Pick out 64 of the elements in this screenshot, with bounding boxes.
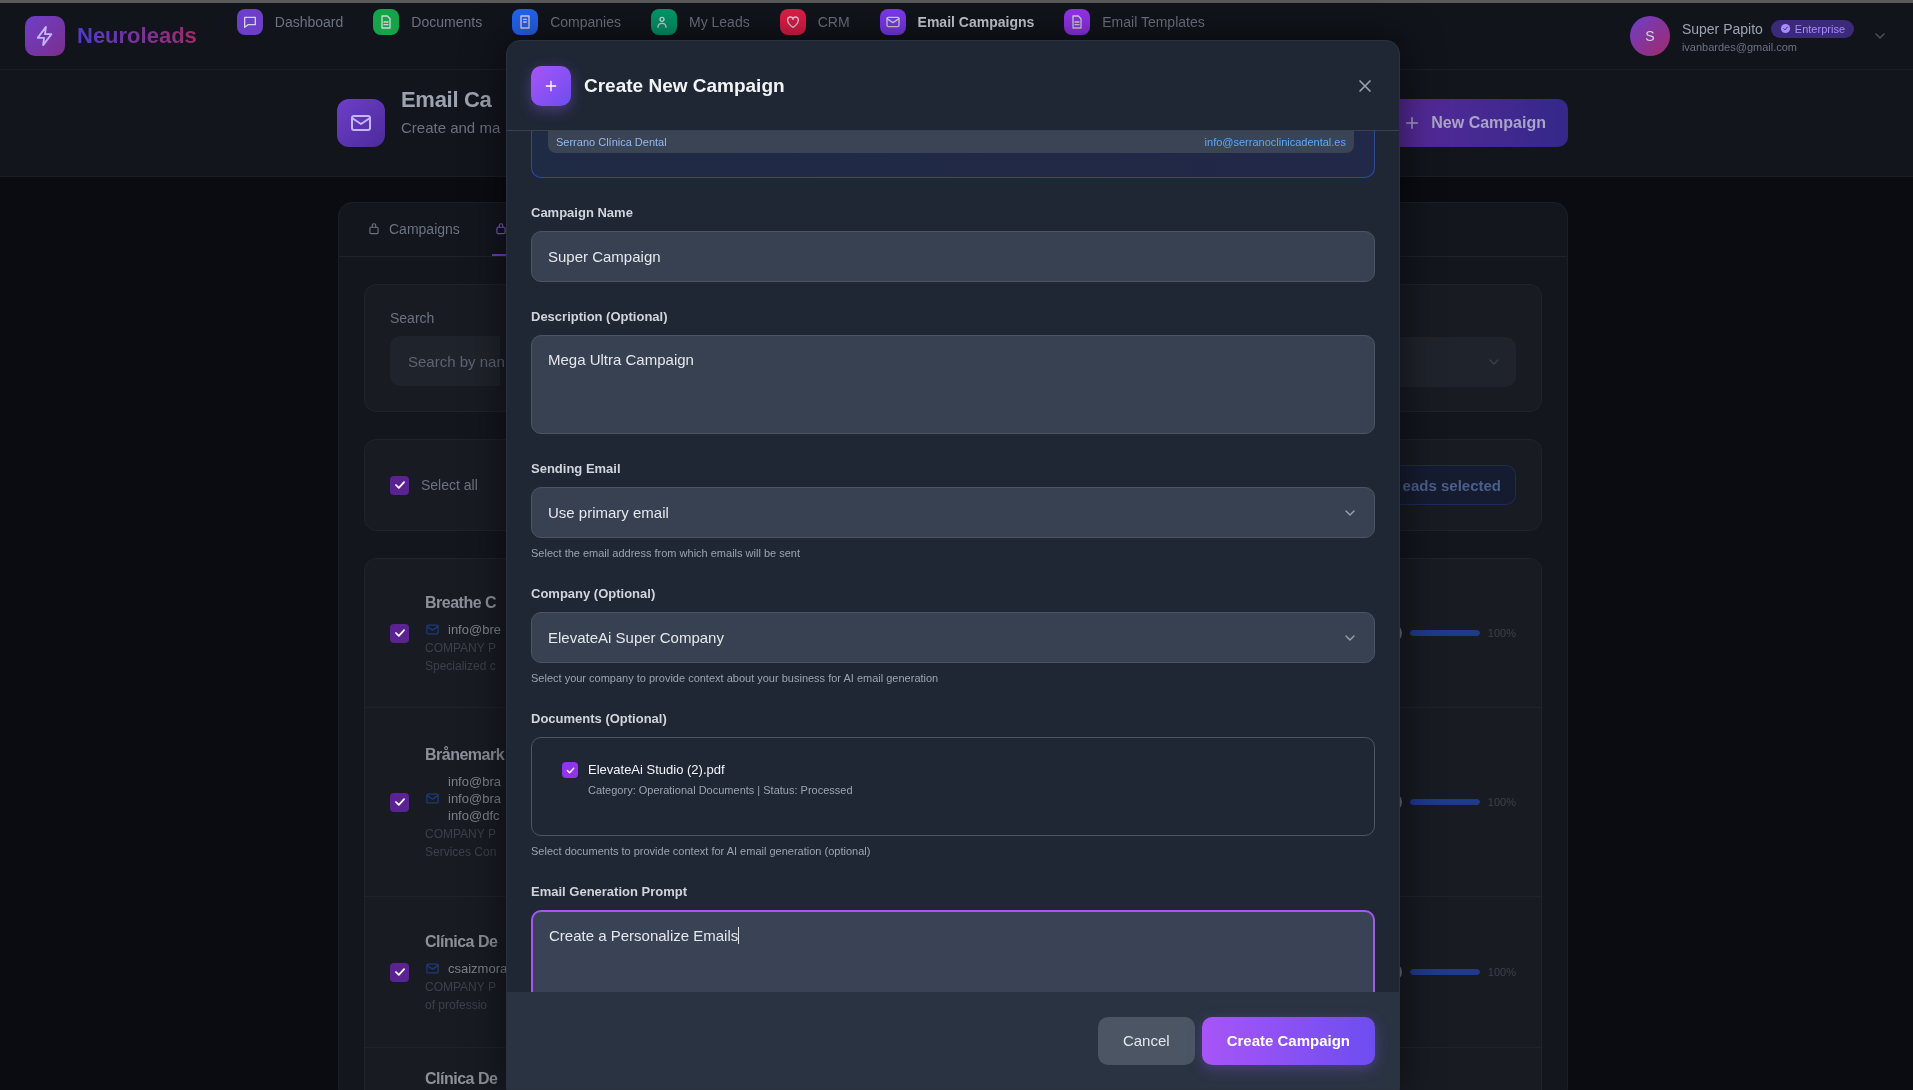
create-campaign-button[interactable]: Create Campaign — [1201, 1016, 1375, 1065]
lead-name: Breathe C — [425, 593, 498, 612]
dropdown[interactable]: ElevateAi Super Company — [531, 612, 1375, 663]
select-all-label: Select all — [421, 477, 478, 493]
check-icon — [392, 965, 407, 979]
field-label: Sending Email — [531, 461, 622, 476]
text-area[interactable]: Create a Personalize Emails — [531, 910, 1375, 992]
cancel-button[interactable]: Cancel — [1097, 1016, 1195, 1065]
chat-bubble-icon — [241, 14, 258, 30]
envelope-icon — [425, 790, 440, 806]
heart-icon — [784, 14, 801, 30]
recipient-email: info@serranoclinicadental.es — [1204, 136, 1346, 148]
lead-email: info@dfc — [448, 807, 501, 823]
nav-item[interactable]: Email Campaigns — [879, 9, 1035, 35]
modal-title: Create New Campaign — [584, 74, 785, 97]
envelope-icon — [425, 960, 440, 976]
checkbox[interactable] — [390, 792, 409, 812]
plan-badge: Enterprise — [1770, 19, 1854, 38]
field-label: Email Generation Prompt — [531, 884, 689, 899]
text-area[interactable]: Mega Ultra Campaign — [531, 335, 1375, 434]
check-icon — [392, 478, 407, 492]
lead-name: Clínica De — [425, 932, 499, 951]
envelope-icon — [425, 621, 440, 637]
search-label: Search — [390, 310, 436, 326]
dropdown[interactable]: Use primary email — [531, 487, 1375, 538]
lead-email: info@bra — [448, 773, 501, 789]
nav-item[interactable]: Documents — [373, 9, 483, 35]
help-text: Select the email address from which emails will be sent — [531, 547, 801, 559]
help-text: Select documents to provide context for AI email generation (optional) — [531, 845, 872, 857]
nav-item[interactable]: Dashboard — [236, 9, 344, 35]
nav-item[interactable]: My Leads — [650, 9, 750, 35]
verified-icon — [1779, 23, 1791, 34]
page-subtitle: Create and ma — [401, 119, 501, 136]
field-label: Campaign Name — [531, 205, 634, 220]
help-text: Select your company to provide context about your business for AI email generation — [531, 672, 940, 684]
user-name: Super Papito — [1681, 20, 1763, 37]
envelope-icon — [884, 14, 901, 30]
checkbox[interactable] — [390, 623, 409, 643]
field-label: Company (Optional) — [531, 586, 657, 601]
checkbox[interactable] — [562, 762, 578, 778]
lead-email: info@bra — [448, 790, 501, 806]
text-cursor — [738, 927, 740, 944]
avatar[interactable]: S — [1629, 16, 1670, 56]
tab[interactable]: Campaigns — [365, 203, 462, 256]
checkbox[interactable] — [390, 475, 409, 495]
field-label: Documents (Optional) — [531, 711, 668, 726]
checkbox[interactable] — [390, 962, 409, 982]
nav-item[interactable]: CRM — [779, 9, 850, 35]
recipient-name: Serrano Clínica Dental — [556, 136, 667, 148]
page-title: Email Ca — [401, 87, 493, 113]
lead-name: Brånemark — [425, 745, 505, 764]
lead-email: info@bre — [448, 621, 501, 637]
field-label: Description (Optional) — [531, 309, 669, 324]
logo-badge[interactable] — [25, 16, 65, 56]
lead-email: csaizmora — [448, 960, 508, 976]
nav-item[interactable]: Email Templates — [1064, 9, 1205, 35]
text-field[interactable]: Super Campaign — [531, 231, 1375, 282]
document-name: ElevateAi Studio (2).pdf — [588, 762, 726, 777]
nav-item[interactable]: Companies — [512, 9, 621, 35]
check-icon — [392, 626, 407, 640]
user-email: ivanbardes@gmail.com — [1681, 40, 1798, 53]
document-meta: Category: Operational Documents | Status: Processed — [588, 784, 853, 796]
lead-name: Clínica De — [425, 1070, 498, 1088]
check-icon — [392, 795, 407, 809]
